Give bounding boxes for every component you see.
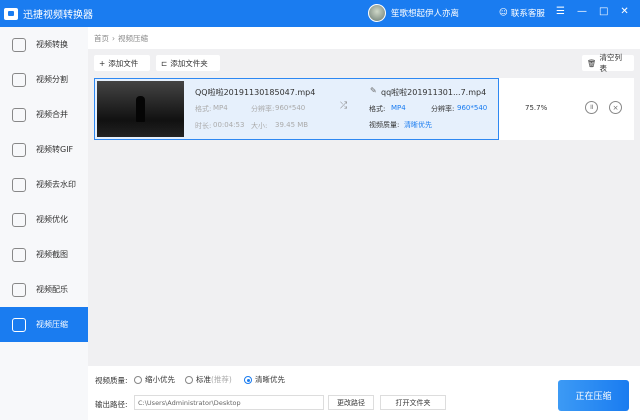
sidebar-item-music[interactable]: 视频配乐 [0, 272, 88, 307]
sidebar-item-label: 视频转换 [36, 40, 68, 49]
sidebar-item-label: 视频截图 [36, 250, 68, 259]
duration-label: 时长: [195, 122, 212, 130]
sidebar-item-convert[interactable]: 视频转换 [0, 27, 88, 62]
source-resolution: 960*540 [275, 104, 306, 112]
breadcrumb-home[interactable]: 首页 [94, 33, 109, 44]
breadcrumb: 首页 › 视频压缩 [88, 27, 640, 49]
sidebar-item-compress[interactable]: 视频压缩 [0, 307, 88, 342]
music-icon [12, 282, 26, 297]
minimize-icon[interactable]: — [577, 6, 587, 17]
start-compress-button[interactable]: 正在压缩 [558, 380, 629, 411]
image-icon [12, 247, 26, 262]
shuffle-icon: ⤮ [340, 101, 348, 111]
sidebar-item-split[interactable]: 视频分割 [0, 62, 88, 97]
compress-icon [12, 317, 26, 332]
folder-icon: ⊏ [161, 58, 168, 68]
output-path-label: 输出路径: [95, 400, 128, 409]
option-label: 标准 [196, 375, 211, 384]
support-button[interactable]: ☺ 联系客服 [499, 7, 545, 19]
user-account[interactable]: 笙歌想起伊人亦离 [368, 4, 459, 22]
plus-icon: + [99, 58, 106, 68]
gif-icon [12, 142, 26, 157]
merge-icon [12, 107, 26, 122]
convert-icon [12, 37, 26, 52]
optimize-icon [12, 212, 26, 227]
sidebar-item-merge[interactable]: 视频合并 [0, 97, 88, 132]
sidebar-item-label: 视频压缩 [36, 320, 68, 329]
split-icon [12, 72, 26, 87]
sidebar-item-watermark[interactable]: 视频去水印 [0, 167, 88, 202]
bottom-panel: 视频质量: 缩小优先 标准(推荐) 清晰优先 输出路径: C:\Users\Ad… [88, 366, 640, 420]
output-format-label: 格式: [369, 105, 386, 113]
source-duration: 00:04:53 [213, 121, 245, 129]
resolution-label: 分辨率: [251, 105, 275, 113]
user-name: 笙歌想起伊人亦离 [391, 9, 460, 19]
radio-clarity[interactable]: 清晰优先 [244, 374, 285, 385]
sidebar-item-label: 视频去水印 [36, 180, 76, 189]
source-format: MP4 [213, 104, 228, 112]
app-logo-icon [4, 7, 18, 20]
remove-icon[interactable]: × [609, 101, 622, 114]
sidebar-item-label: 视频合并 [36, 110, 68, 119]
option-label: 缩小优先 [145, 375, 175, 384]
option-label: 清晰优先 [255, 375, 285, 384]
radio-small-size[interactable]: 缩小优先 [134, 374, 175, 385]
main-panel: 首页 › 视频压缩 + 添加文件 ⊏ 添加文件夹 🗑 清空列表 QQ啦啦2019113… [88, 27, 640, 420]
sidebar: 视频转换 视频分割 视频合并 视频转GIF 视频去水印 视频优化 视频截图 视频… [0, 27, 88, 420]
chat-icon: ☺ [499, 8, 508, 18]
close-icon[interactable]: ✕ [620, 6, 628, 17]
clear-list-label: 清空列表 [599, 53, 623, 73]
output-file-name: qq啦啦201911301...7.mp4 [381, 88, 487, 97]
video-thumbnail [97, 81, 184, 137]
sidebar-item-label: 视频转GIF [36, 145, 74, 154]
quality-label: 视频质量: [95, 376, 128, 385]
radio-selected-icon [244, 376, 252, 384]
output-path-input[interactable]: C:\Users\Administrator\Desktop [134, 395, 324, 410]
output-resolution-label: 分辨率: [431, 105, 455, 113]
sidebar-item-label: 视频配乐 [36, 285, 68, 294]
radio-icon [185, 376, 193, 384]
sidebar-item-label: 视频分割 [36, 75, 68, 84]
edit-icon[interactable]: ✎ [370, 86, 377, 95]
format-label: 格式: [195, 105, 212, 113]
sidebar-item-gif[interactable]: 视频转GIF [0, 132, 88, 167]
breadcrumb-current: 视频压缩 [118, 33, 148, 43]
source-file-name: QQ啦啦20191130185047.mp4 [195, 88, 316, 97]
maximize-icon[interactable]: □ [599, 6, 608, 17]
pause-icon[interactable]: ॥ [585, 101, 598, 114]
sidebar-item-label: 视频优化 [36, 215, 68, 224]
breadcrumb-separator: › [112, 33, 115, 43]
watermark-icon [12, 177, 26, 192]
add-file-label: 添加文件 [108, 58, 139, 68]
menu-icon[interactable]: ☰ [556, 6, 565, 17]
output-quality-label: 视频质量: [369, 121, 400, 129]
file-row-actions: 75.7% ॥ × [499, 78, 634, 140]
output-format[interactable]: MP4 [391, 104, 406, 112]
file-row[interactable]: QQ啦啦20191130185047.mp4 格式: MP4 分辨率: 960*… [94, 78, 499, 140]
radio-standard[interactable]: 标准(推荐) [185, 374, 232, 385]
progress-percent: 75.7% [525, 104, 548, 112]
recommend-hint: (推荐) [211, 375, 232, 384]
title-bar: 迅捷视频转换器 笙歌想起伊人亦离 ☺ 联系客服 ☰ — □ ✕ [0, 0, 640, 27]
add-folder-button[interactable]: ⊏ 添加文件夹 [156, 55, 220, 71]
radio-icon [134, 376, 142, 384]
trash-icon: 🗑 [587, 58, 597, 68]
add-folder-label: 添加文件夹 [170, 58, 208, 68]
clear-list-button[interactable]: 🗑 清空列表 [582, 53, 634, 73]
sidebar-item-screenshot[interactable]: 视频截图 [0, 237, 88, 272]
app-title: 迅捷视频转换器 [23, 10, 93, 21]
sidebar-item-optimize[interactable]: 视频优化 [0, 202, 88, 237]
avatar [368, 4, 386, 22]
support-label: 联系客服 [510, 9, 545, 19]
output-resolution[interactable]: 960*540 [457, 104, 487, 112]
output-quality[interactable]: 清晰优先 [404, 120, 432, 130]
change-path-button[interactable]: 更改路径 [328, 395, 374, 410]
add-file-button[interactable]: + 添加文件 [94, 55, 150, 71]
source-size: 39.45 MB [275, 121, 309, 129]
size-label: 大小: [251, 122, 268, 130]
open-folder-button[interactable]: 打开文件夹 [380, 395, 446, 410]
